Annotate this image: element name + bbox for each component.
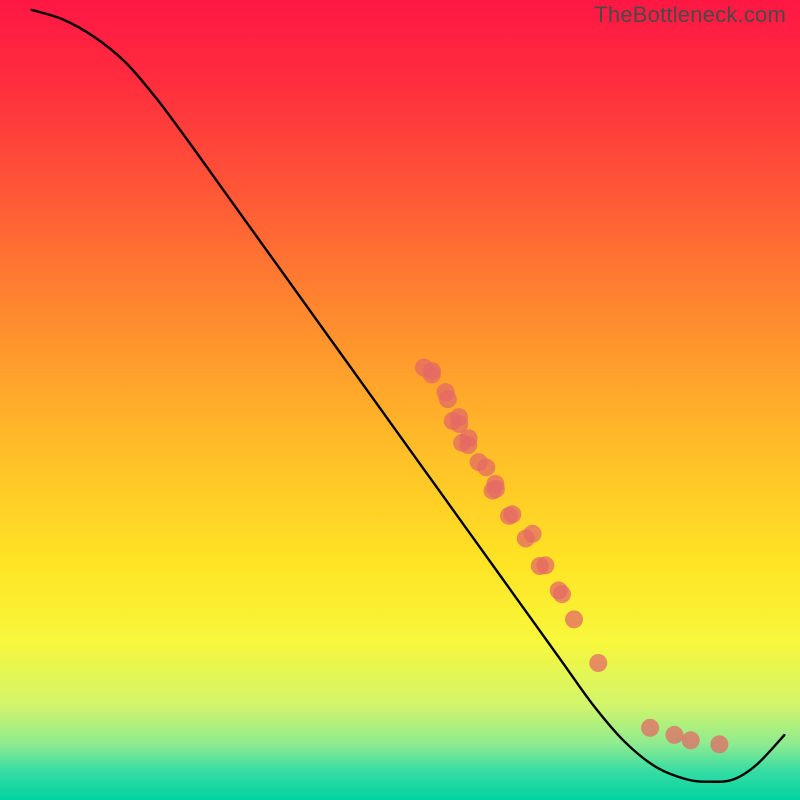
data-point (682, 731, 700, 749)
data-point (589, 654, 607, 672)
data-point (524, 525, 542, 543)
data-point (423, 366, 441, 384)
attribution-text: TheBottleneck.com (594, 2, 786, 28)
data-point (439, 390, 457, 408)
data-point (459, 436, 477, 454)
chart-svg (0, 0, 800, 800)
data-point (665, 726, 683, 744)
data-point (550, 581, 568, 599)
data-point (710, 735, 728, 753)
data-point (503, 505, 521, 523)
data-point (531, 557, 549, 575)
data-point (565, 610, 583, 628)
data-point (641, 719, 659, 737)
data-point (477, 458, 495, 476)
bottleneck-chart: TheBottleneck.com (0, 0, 800, 800)
gradient-background (0, 0, 800, 800)
data-point (487, 480, 505, 498)
